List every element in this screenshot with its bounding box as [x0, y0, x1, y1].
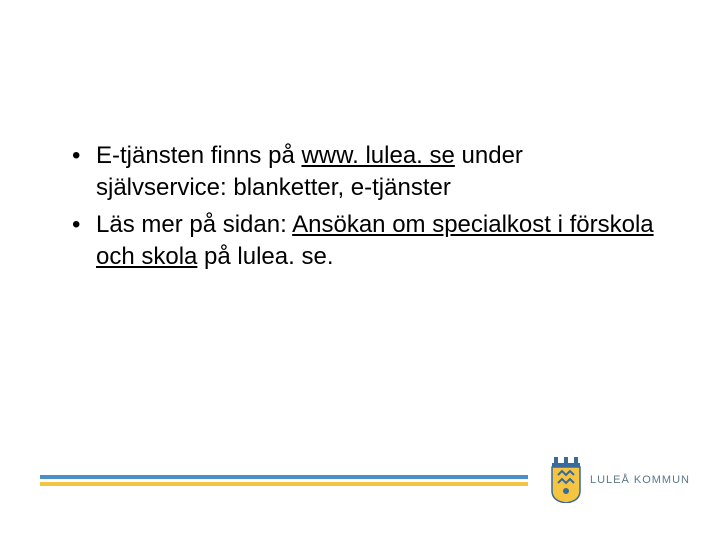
- stripe-yellow: [40, 482, 528, 486]
- slide-content: E-tjänsten finns på www. lulea. se under…: [72, 140, 660, 278]
- text-pre: Läs mer på sidan:: [96, 211, 292, 238]
- crest-icon: [548, 457, 584, 503]
- list-item: Läs mer på sidan: Ansökan om specialkost…: [72, 209, 660, 274]
- link-lulea-se[interactable]: www. lulea. se: [301, 142, 454, 169]
- slide-footer: LULEÅ KOMMUN: [40, 450, 690, 510]
- stripe-blue: [40, 475, 528, 479]
- footer-stripes: [40, 475, 528, 486]
- logo-text: LULEÅ KOMMUN: [590, 474, 690, 486]
- text-pre: E-tjänsten finns på: [96, 142, 301, 169]
- bullet-list: E-tjänsten finns på www. lulea. se under…: [72, 140, 660, 274]
- list-item: E-tjänsten finns på www. lulea. se under…: [72, 140, 660, 205]
- text-post: på lulea. se.: [197, 243, 333, 270]
- logo-block: LULEÅ KOMMUN: [548, 457, 690, 503]
